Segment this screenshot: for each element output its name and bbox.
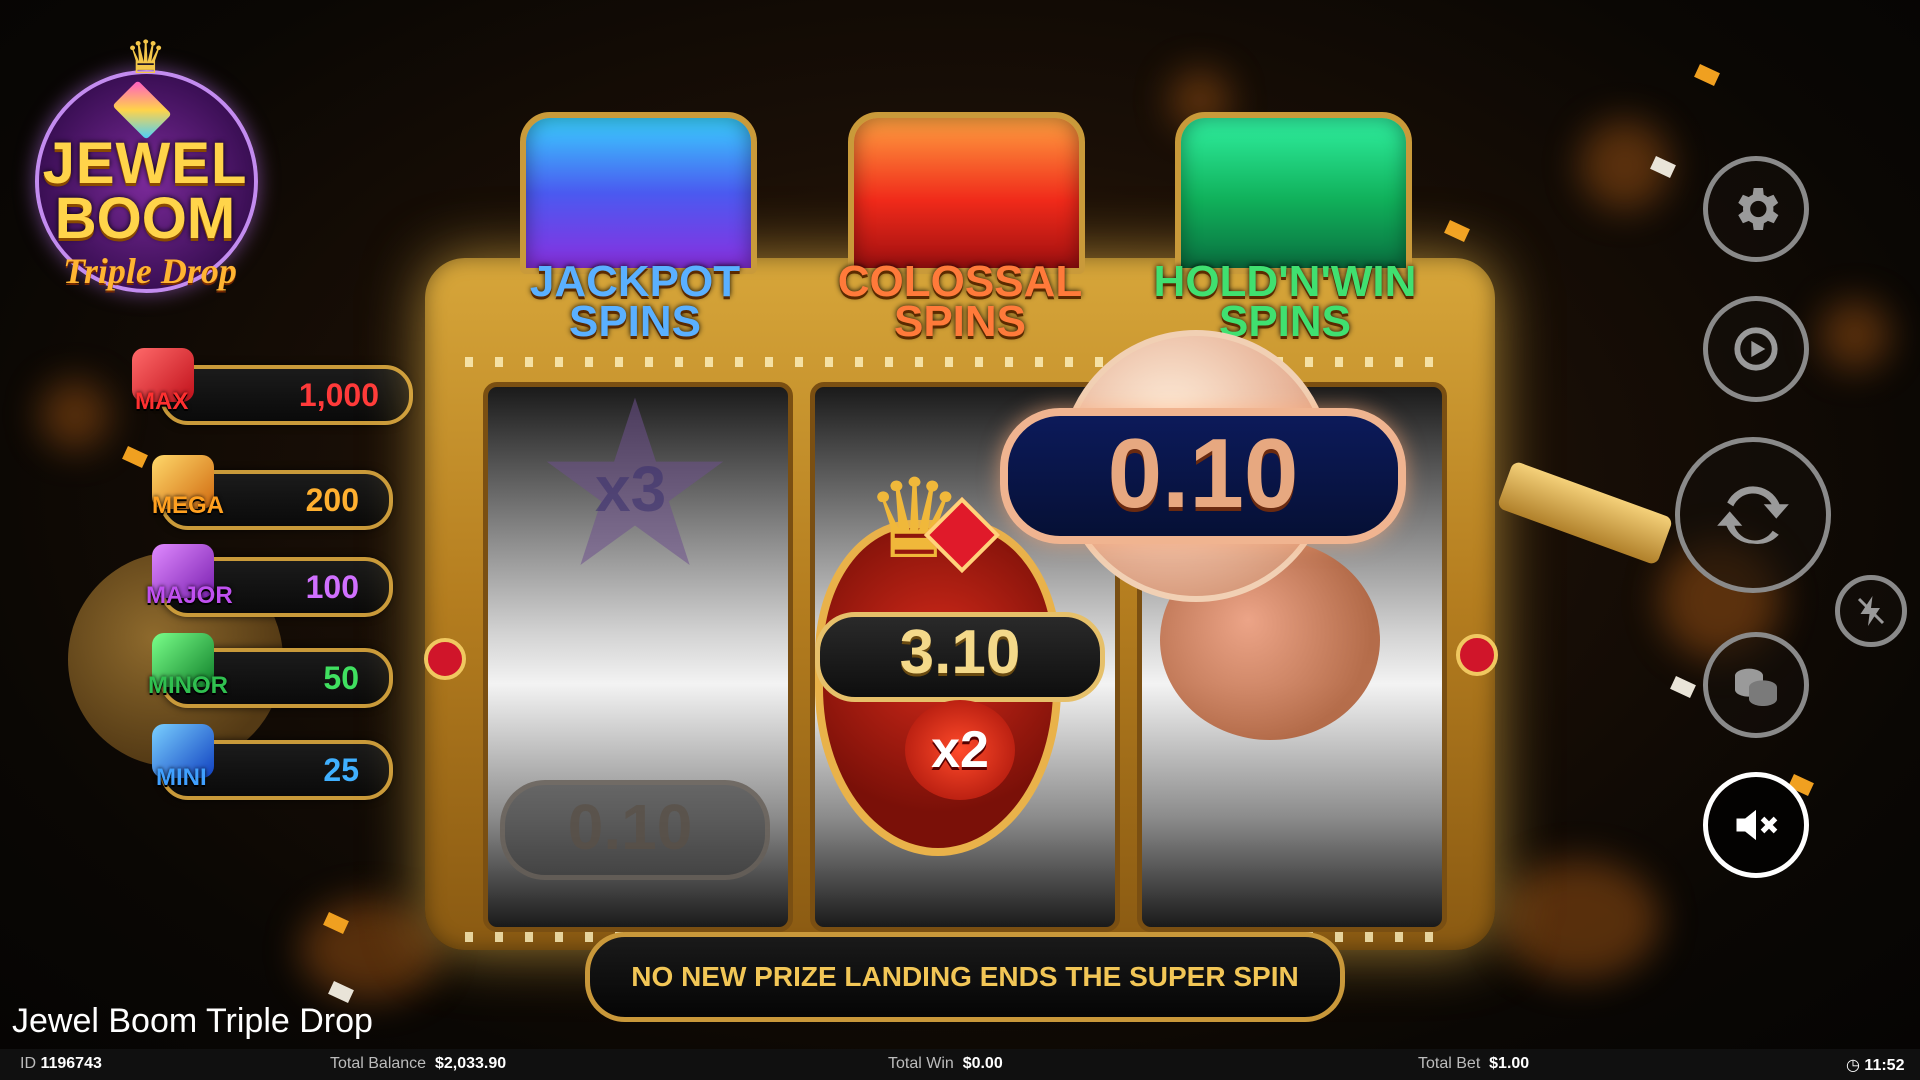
confetti — [1694, 64, 1720, 86]
bet-label: Total Bet — [1418, 1055, 1481, 1072]
session-id: ID 1196743 — [20, 1055, 102, 1073]
jackpot-name: MAJOR — [146, 582, 233, 609]
spin-button[interactable] — [1675, 437, 1831, 593]
confetti — [1444, 220, 1470, 242]
id-label: ID — [20, 1055, 36, 1072]
jackpot-row-max: 1,000 — [160, 365, 413, 425]
logo-text-triple-drop: Triple Drop — [63, 251, 237, 291]
bet-button[interactable] — [1703, 632, 1809, 738]
bokeh — [1820, 300, 1890, 370]
crown-icon: ♛ — [125, 31, 167, 83]
jackpot-name: MEGA — [152, 492, 224, 519]
turbo-button[interactable] — [1835, 575, 1907, 647]
confetti — [122, 446, 148, 468]
confetti — [1670, 676, 1696, 698]
balance-value: $2,033.90 — [434, 1055, 507, 1072]
machine-lever — [1496, 460, 1674, 566]
center-value: 3.10 — [899, 618, 1021, 687]
bokeh — [1500, 860, 1660, 980]
prize-value: 0.10 — [1107, 418, 1299, 528]
mute-icon — [1736, 809, 1778, 841]
settings-button[interactable] — [1703, 156, 1809, 262]
chest-hold-n-win-spins — [1175, 112, 1412, 274]
autoplay-button[interactable] — [1703, 296, 1809, 402]
game-title: Jewel Boom Triple Drop — [12, 1002, 373, 1040]
autoplay-icon — [1734, 327, 1778, 371]
total-bet: Total Bet $1.00 — [1418, 1055, 1529, 1073]
coins-icon — [1735, 668, 1777, 706]
total-balance: Total Balance $2,033.90 — [330, 1055, 506, 1073]
spin-icon — [1717, 486, 1789, 545]
chest-colossal-spins — [848, 112, 1085, 274]
label-jackpot-spins: JACKPOT SPINS — [529, 257, 741, 346]
id-value: 1196743 — [40, 1055, 102, 1072]
ghost-prize-value: 0.10 — [567, 791, 693, 863]
clock: ◷ 11:52 — [1846, 1055, 1904, 1075]
win-value: $0.00 — [962, 1055, 1003, 1072]
turbo-icon — [1857, 596, 1885, 626]
game-logo: ♛ JEWEL BOOM Triple Drop — [30, 30, 260, 293]
chest-jackpot-spins — [520, 112, 757, 274]
status-bar: ID 1196743 Total Balance $2,033.90 Total… — [0, 1049, 1920, 1080]
reel-marker-right — [1456, 634, 1498, 676]
jackpot-name: MINI — [156, 764, 207, 791]
win-label: Total Win — [888, 1055, 954, 1072]
reel-marker-left — [424, 638, 466, 680]
bet-value: $1.00 — [1489, 1055, 1530, 1072]
logo-text-boom: BOOM — [54, 186, 236, 251]
clock-time: 11:52 — [1864, 1057, 1905, 1074]
total-win: Total Win $0.00 — [888, 1055, 1003, 1073]
jackpot-value: 200 — [305, 482, 359, 518]
jackpot-value: 25 — [323, 752, 359, 788]
bokeh — [300, 900, 440, 1000]
label-colossal-spins: COLOSSAL SPINS — [837, 257, 1083, 346]
jackpot-value: 1,000 — [298, 377, 379, 413]
info-banner-text: NO NEW PRIZE LANDING ENDS THE SUPER SPIN — [631, 961, 1299, 992]
jackpot-name: MAX — [135, 388, 189, 415]
star-multiplier: x3 — [595, 453, 667, 525]
jackpot-value: 50 — [323, 660, 359, 696]
jackpot-name: MINOR — [148, 672, 228, 699]
balance-label: Total Balance — [330, 1055, 427, 1072]
clock-icon: ◷ — [1846, 1057, 1860, 1074]
mute-button[interactable] — [1703, 772, 1809, 878]
label-hold-n-win-spins: HOLD'N'WIN SPINS — [1153, 257, 1417, 346]
jackpot-value: 100 — [305, 569, 359, 605]
gear-icon — [1738, 188, 1779, 230]
bokeh — [40, 380, 110, 450]
multiplier-badge: x2 — [905, 700, 1015, 800]
